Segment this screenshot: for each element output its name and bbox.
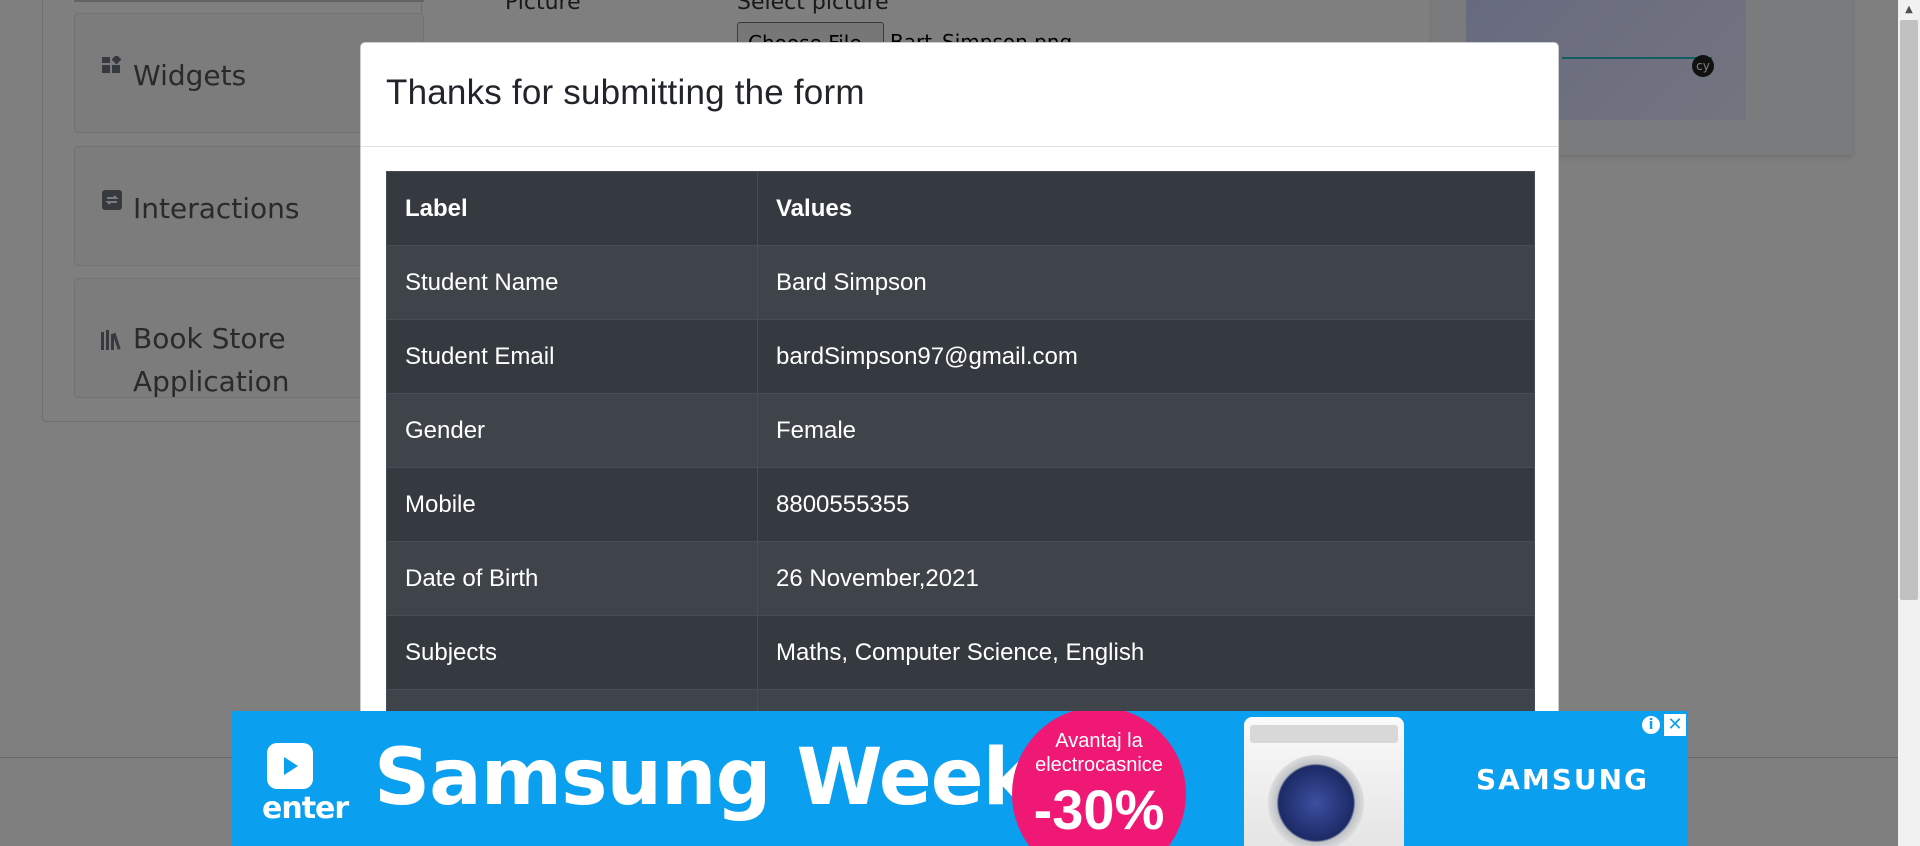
- info-icon[interactable]: i: [1640, 714, 1662, 736]
- row-value: Maths, Computer Science, English: [757, 615, 1535, 690]
- modal-title: Thanks for submitting the form: [386, 73, 865, 112]
- row-label: Student Name: [386, 245, 758, 320]
- ad-banner[interactable]: enter Samsung Week Avantaj la electrocas…: [232, 711, 1688, 846]
- row-label: Gender: [386, 393, 758, 468]
- table-row: Subjects Maths, Computer Science, Englis…: [386, 615, 1535, 690]
- table-row: Mobile 8800555355: [386, 467, 1535, 542]
- modal-header: Thanks for submitting the form: [361, 43, 1558, 147]
- scrollbar-thumb[interactable]: [1900, 20, 1918, 600]
- close-icon[interactable]: ✕: [1664, 714, 1686, 736]
- modal-body: Label Values Student Name Bard Simpson S…: [361, 147, 1558, 788]
- play-icon: [267, 743, 313, 789]
- washing-machine-image: [1244, 717, 1404, 846]
- row-label: Mobile: [386, 467, 758, 542]
- enter-logo: enter: [262, 743, 349, 826]
- row-value: bardSimpson97@gmail.com: [757, 319, 1535, 394]
- table-row: Date of Birth 26 November,2021: [386, 541, 1535, 616]
- row-value: Bard Simpson: [757, 245, 1535, 320]
- table-header-row: Label Values: [386, 171, 1535, 246]
- table-row: Gender Female: [386, 393, 1535, 468]
- row-label: Date of Birth: [386, 541, 758, 616]
- row-value: 8800555355: [757, 467, 1535, 542]
- row-label: Subjects: [386, 615, 758, 690]
- table-row: Student Name Bard Simpson: [386, 245, 1535, 320]
- discount-value: -30%: [1033, 778, 1165, 841]
- discount-badge: Avantaj la electrocasnice -30%: [1012, 711, 1186, 846]
- discount-line-2: electrocasnice: [1035, 754, 1163, 776]
- scroll-up-arrow-icon[interactable]: ▲: [1902, 4, 1916, 16]
- submission-table: Label Values Student Name Bard Simpson S…: [386, 171, 1535, 764]
- column-header-values: Values: [757, 171, 1535, 246]
- row-value: 26 November,2021: [757, 541, 1535, 616]
- enter-logo-text: enter: [262, 791, 349, 826]
- brand-logo: SAMSUNG: [1476, 763, 1650, 796]
- washer-drum: [1268, 755, 1364, 846]
- ad-headline: Samsung Week: [374, 733, 1034, 823]
- row-label: Student Email: [386, 319, 758, 394]
- table-row: Student Email bardSimpson97@gmail.com: [386, 319, 1535, 394]
- row-value: Female: [757, 393, 1535, 468]
- discount-line-1: Avantaj la: [1055, 730, 1143, 752]
- washer-panel: [1250, 725, 1398, 743]
- column-header-label: Label: [386, 171, 758, 246]
